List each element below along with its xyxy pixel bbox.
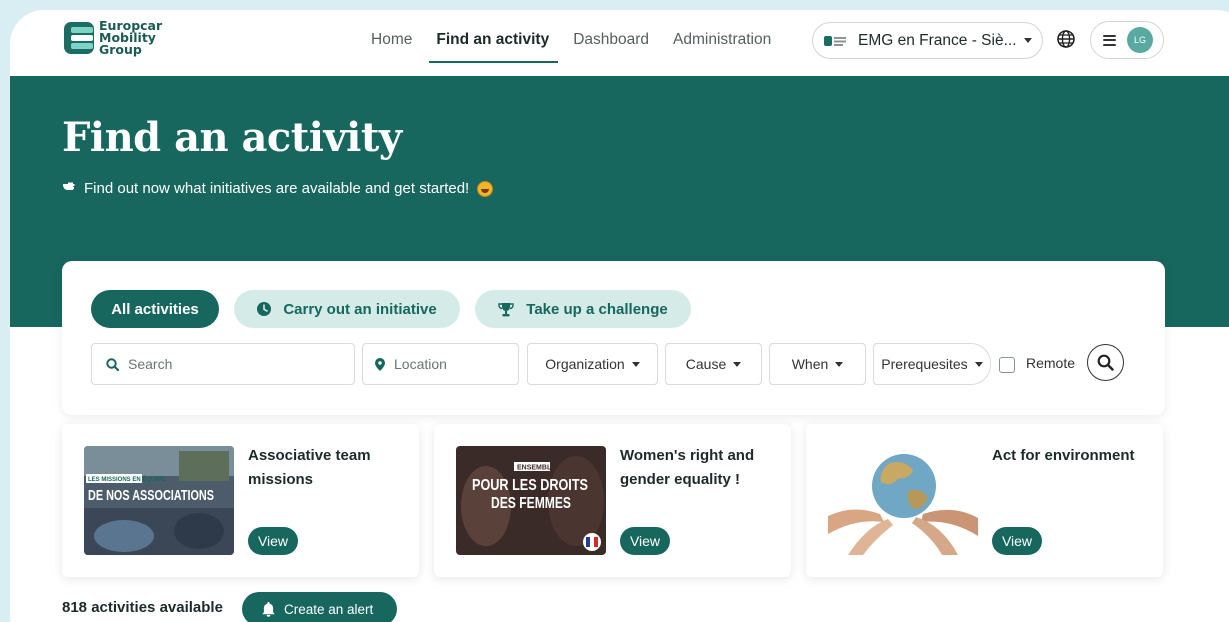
when-dropdown-label: When (791, 356, 829, 372)
search-input[interactable] (128, 356, 354, 372)
tab-all-activities-label: All activities (111, 300, 199, 318)
logo-text: Europcar Mobility Group (99, 18, 163, 57)
activity-title[interactable]: Associative team missions (248, 444, 398, 492)
search-icon (1097, 354, 1114, 371)
when-dropdown[interactable]: When (769, 343, 866, 385)
activity-count: 818 activities available (62, 599, 223, 616)
remote-checkbox[interactable] (999, 357, 1015, 373)
top-header: Europcar Mobility Group Home Find an act… (10, 10, 1229, 76)
search-field[interactable] (91, 343, 355, 385)
pointing-hand-icon (62, 181, 75, 196)
tab-carry-out-initiative[interactable]: Carry out an initiative (234, 290, 460, 328)
page-title: Find an activity (62, 114, 402, 161)
location-input[interactable] (394, 356, 518, 372)
hero-subtitle-text: Find out now what initiatives are availa… (84, 180, 470, 197)
filter-panel: All activities Carry out an initiative T… (62, 261, 1165, 415)
prerequisites-dropdown-label: Prerequesites (881, 356, 968, 372)
search-icon (106, 357, 119, 371)
bell-icon (262, 601, 275, 617)
activity-title[interactable]: Act for environment (992, 444, 1142, 468)
activity-image-caption-line-2: DES FEMMES (491, 495, 571, 512)
organization-dropdown-label: Organization (545, 356, 625, 372)
tab-all-activities[interactable]: All activities (91, 290, 219, 328)
create-alert-label: Create an alert (284, 601, 374, 617)
tab-carry-out-initiative-label: Carry out an initiative (283, 300, 437, 318)
map-pin-icon (375, 357, 385, 371)
org-logo-icon (824, 35, 846, 46)
activity-image-caption: POUR LES DROITS (472, 477, 588, 494)
activity-image: ENSEMBLE POUR LES DROITS DES FEMMES (456, 446, 606, 555)
activity-image: LES MISSIONS EN ÉQUIPE DE NOS ASSOCIATIO… (84, 446, 234, 555)
nav-dashboard[interactable]: Dashboard (573, 31, 649, 49)
globe-icon[interactable] (1056, 29, 1076, 49)
create-alert-button[interactable]: Create an alert (242, 592, 397, 622)
organization-selector[interactable]: EMG en France - Siè... (812, 22, 1043, 59)
tab-take-up-challenge-label: Take up a challenge (526, 300, 668, 318)
hamburger-icon (1103, 34, 1116, 46)
tab-take-up-challenge[interactable]: Take up a challenge (475, 290, 691, 328)
activity-image (828, 446, 978, 555)
activity-card[interactable]: LES MISSIONS EN ÉQUIPE DE NOS ASSOCIATIO… (62, 424, 419, 577)
chevron-down-icon (631, 361, 640, 367)
user-menu-button[interactable]: LG (1090, 21, 1164, 59)
logo-mark-icon (64, 20, 96, 56)
location-field[interactable] (362, 343, 519, 385)
prerequisites-dropdown[interactable]: Prerequesites (873, 343, 991, 385)
chevron-down-icon (1023, 38, 1032, 43)
chevron-down-icon (835, 361, 844, 367)
nav-home[interactable]: Home (371, 31, 412, 49)
activity-image-small-caption: ENSEMBLE (517, 465, 556, 472)
activity-image-caption: DE NOS ASSOCIATIONS (88, 488, 214, 504)
cause-dropdown[interactable]: Cause (665, 343, 762, 385)
organization-dropdown[interactable]: Organization (527, 343, 658, 385)
hero-subtitle: Find out now what initiatives are availa… (62, 180, 494, 197)
avatar: LG (1127, 27, 1153, 53)
view-button[interactable]: View (992, 527, 1042, 555)
search-submit-button[interactable] (1087, 344, 1124, 381)
chevron-down-icon (974, 361, 983, 367)
activity-card[interactable]: ENSEMBLE POUR LES DROITS DES FEMMES Wome… (434, 424, 791, 577)
cause-dropdown-label: Cause (685, 356, 727, 372)
app-frame: Europcar Mobility Group Home Find an act… (10, 10, 1229, 622)
grinning-emoji-icon (477, 180, 494, 197)
nav-find-activity[interactable]: Find an activity (429, 31, 559, 63)
activity-title[interactable]: Women's right and gender equality ! (620, 444, 770, 492)
main-nav: Home Find an activity Dashboard Administ… (371, 31, 795, 63)
view-button[interactable]: View (620, 527, 670, 555)
chevron-down-icon (733, 361, 742, 367)
clock-icon (257, 302, 272, 316)
europcar-logo[interactable]: Europcar Mobility Group (64, 18, 163, 57)
trophy-icon (498, 302, 514, 317)
activity-image-small-caption: LES MISSIONS EN ÉQUIPE (88, 475, 165, 483)
view-button[interactable]: View (248, 527, 298, 555)
org-selector-label: EMG en France - Siè... (858, 31, 1017, 49)
activity-card[interactable]: Act for environment View (806, 424, 1163, 577)
remote-label: Remote (1026, 355, 1076, 371)
nav-administration[interactable]: Administration (673, 31, 771, 49)
